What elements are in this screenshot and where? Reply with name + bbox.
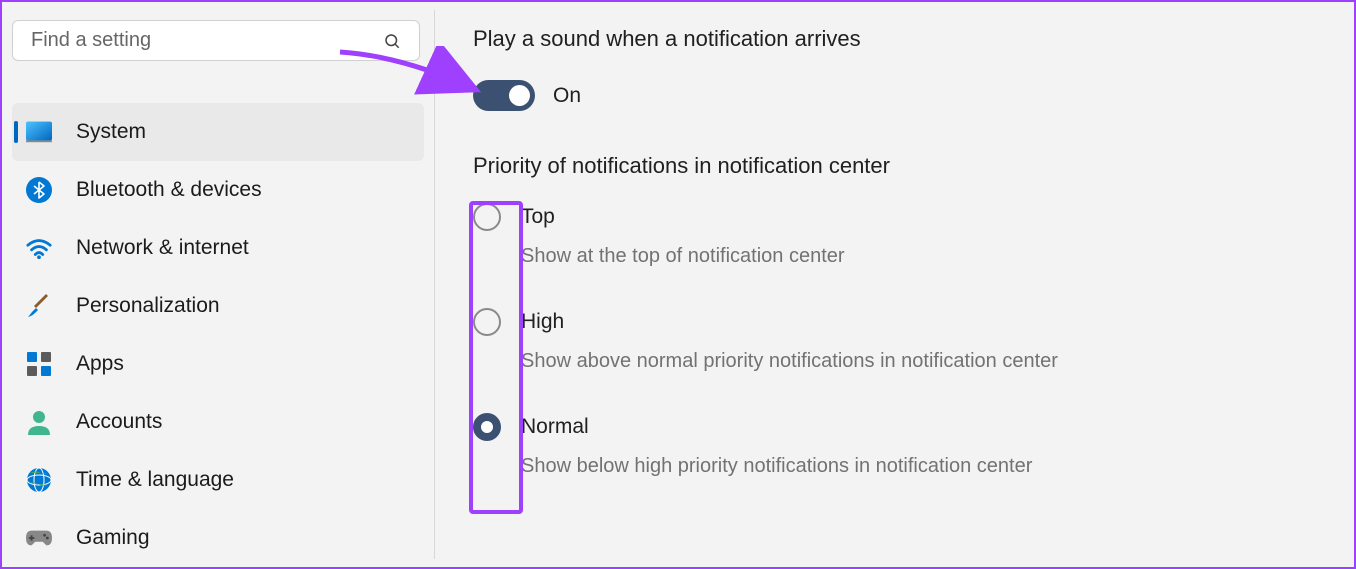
- nav-item-gaming[interactable]: Gaming: [12, 509, 424, 567]
- nav-item-network[interactable]: Network & internet: [12, 219, 424, 277]
- radio-label: High: [521, 310, 1314, 334]
- nav-item-personalization[interactable]: Personalization: [12, 277, 424, 335]
- radio-option-high[interactable]: High Show above normal priority notifica…: [473, 308, 1314, 377]
- radio-label: Top: [521, 205, 1314, 229]
- sound-setting-title: Play a sound when a notification arrives: [473, 26, 1314, 52]
- nav-label: System: [76, 120, 146, 144]
- person-icon: [26, 409, 52, 435]
- globe-icon: [26, 467, 52, 493]
- search-icon: [383, 32, 401, 50]
- radio-top[interactable]: [473, 203, 501, 231]
- nav-item-apps[interactable]: Apps: [12, 335, 424, 393]
- sidebar: System Bluetooth & devices Network & int…: [2, 2, 434, 567]
- nav-item-system[interactable]: System: [12, 103, 424, 161]
- radio-label: Normal: [521, 415, 1314, 439]
- wifi-icon: [26, 235, 52, 261]
- nav-item-accounts[interactable]: Accounts: [12, 393, 424, 451]
- sound-toggle[interactable]: [473, 80, 535, 111]
- nav-label: Personalization: [76, 294, 220, 318]
- radio-content: Normal Show below high priority notifica…: [521, 413, 1314, 482]
- search-input[interactable]: [31, 29, 383, 52]
- content-panel: Play a sound when a notification arrives…: [435, 2, 1354, 567]
- system-icon: [26, 119, 52, 145]
- brush-icon: [26, 293, 52, 319]
- priority-radio-group: Top Show at the top of notification cent…: [473, 203, 1314, 482]
- radio-desc: Show above normal priority notifications…: [521, 346, 1091, 377]
- radio-desc: Show at the top of notification center: [521, 241, 1091, 272]
- nav-label: Bluetooth & devices: [76, 178, 262, 202]
- apps-icon: [26, 351, 52, 377]
- nav-label: Gaming: [76, 526, 150, 550]
- toggle-state-label: On: [553, 84, 581, 108]
- radio-content: Top Show at the top of notification cent…: [521, 203, 1314, 272]
- radio-normal[interactable]: [473, 413, 501, 441]
- nav-label: Network & internet: [76, 236, 249, 260]
- gamepad-icon: [26, 525, 52, 551]
- nav-item-time-language[interactable]: Time & language: [12, 451, 424, 509]
- radio-content: High Show above normal priority notifica…: [521, 308, 1314, 377]
- radio-high[interactable]: [473, 308, 501, 336]
- nav-list: System Bluetooth & devices Network & int…: [12, 103, 424, 567]
- priority-section-title: Priority of notifications in notificatio…: [473, 153, 1314, 179]
- nav-label: Apps: [76, 352, 124, 376]
- bluetooth-icon: [26, 177, 52, 203]
- toggle-row: On: [473, 80, 1314, 111]
- radio-option-normal[interactable]: Normal Show below high priority notifica…: [473, 413, 1314, 482]
- nav-label: Accounts: [76, 410, 162, 434]
- search-box[interactable]: [12, 20, 420, 61]
- radio-option-top[interactable]: Top Show at the top of notification cent…: [473, 203, 1314, 272]
- radio-desc: Show below high priority notifications i…: [521, 451, 1091, 482]
- nav-item-bluetooth[interactable]: Bluetooth & devices: [12, 161, 424, 219]
- nav-label: Time & language: [76, 468, 234, 492]
